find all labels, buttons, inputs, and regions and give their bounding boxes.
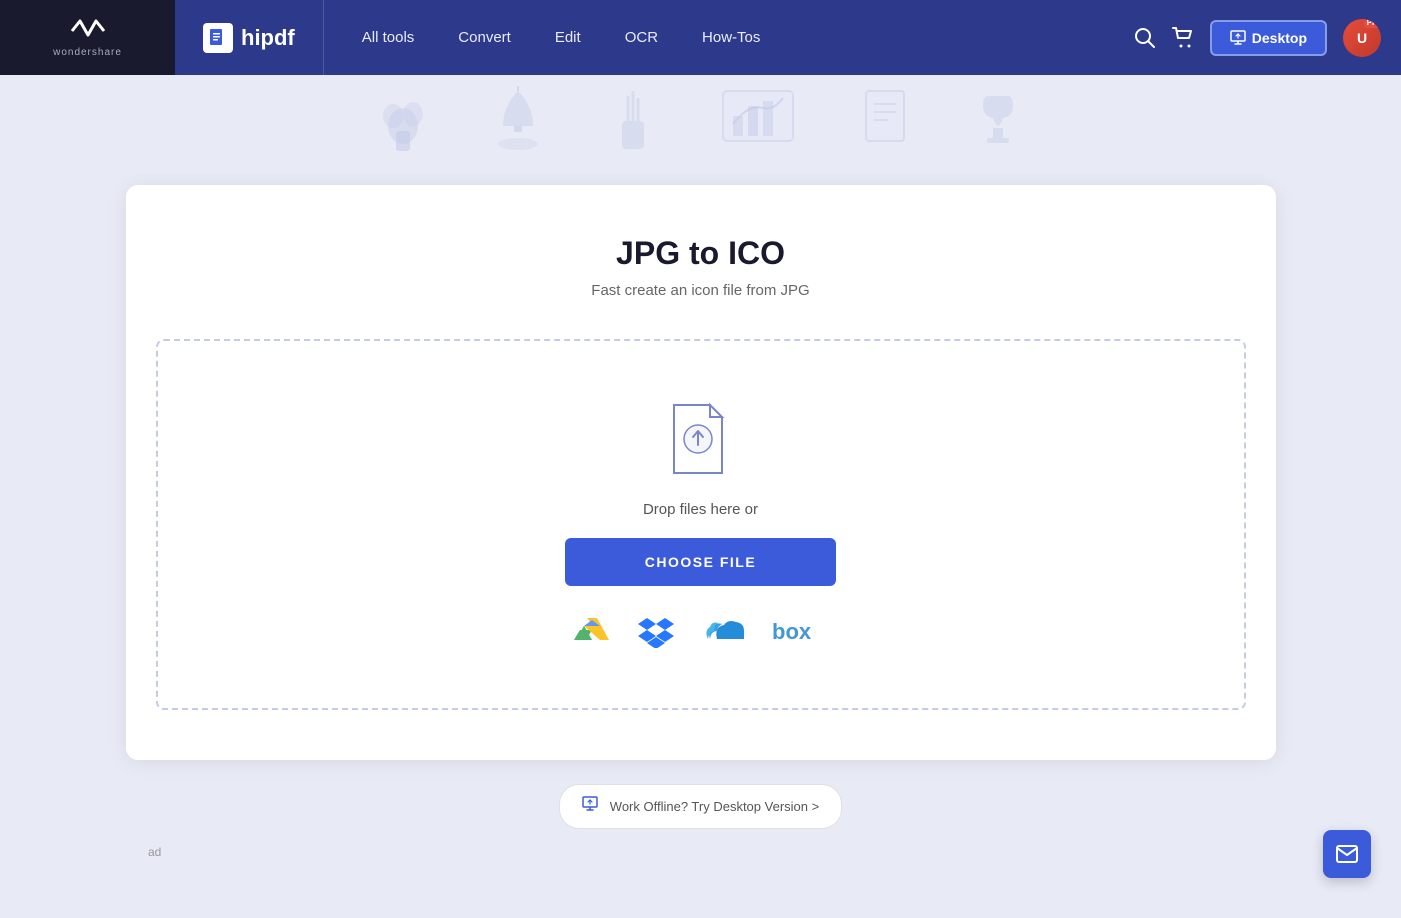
offline-banner[interactable]: Work Offline? Try Desktop Version > — [559, 784, 842, 829]
google-drive-button[interactable] — [574, 616, 610, 648]
deco-doc-icon — [858, 86, 913, 164]
nav-ocr[interactable]: OCR — [607, 21, 676, 54]
desktop-offline-icon — [582, 795, 600, 818]
pro-badge: Pro — [1364, 19, 1381, 28]
ad-label: ad — [148, 845, 161, 859]
page-subtitle: Fast create an icon file from JPG — [156, 282, 1246, 299]
offline-text: Work Offline? Try Desktop Version > — [610, 799, 819, 814]
deco-pencil-icon — [608, 86, 658, 164]
wondershare-icon — [68, 17, 108, 45]
drop-text: Drop files here or — [643, 501, 758, 518]
hipdf-icon — [203, 23, 233, 53]
nav-right: Desktop U Pro — [1134, 19, 1401, 57]
choose-file-button[interactable]: CHOOSE FILE — [565, 538, 836, 586]
cloud-icons: box — [574, 616, 827, 648]
brand-logo[interactable]: wondershare — [0, 0, 175, 75]
search-button[interactable] — [1134, 27, 1156, 49]
nav-convert[interactable]: Convert — [440, 21, 529, 54]
deco-chart-icon — [718, 86, 798, 164]
upload-icon — [666, 401, 736, 481]
deco-lamp-icon — [488, 86, 548, 164]
user-avatar[interactable]: U Pro — [1343, 19, 1381, 57]
nav-how-tos[interactable]: How-Tos — [684, 21, 778, 54]
bg-decoration — [0, 75, 1401, 175]
nav-edit[interactable]: Edit — [537, 21, 599, 54]
onedrive-button[interactable] — [702, 617, 744, 647]
wondershare-text: wondershare — [53, 47, 122, 58]
email-float-button[interactable] — [1323, 830, 1371, 878]
cart-button[interactable] — [1172, 27, 1194, 49]
desktop-btn-label: Desktop — [1252, 30, 1307, 46]
hipdf-logo[interactable]: hipdf — [175, 0, 324, 75]
content-card: JPG to ICO Fast create an icon file from… — [126, 185, 1276, 760]
nav-all-tools[interactable]: All tools — [344, 21, 433, 54]
nav-links: All tools Convert Edit OCR How-Tos — [324, 21, 1134, 54]
decoration-inner — [0, 75, 1401, 175]
desktop-button[interactable]: Desktop — [1210, 20, 1327, 56]
main-wrapper: JPG to ICO Fast create an icon file from… — [0, 175, 1401, 899]
deco-trophy-icon — [973, 86, 1023, 164]
hipdf-text: hipdf — [241, 25, 295, 51]
navbar: wondershare hipdf All tools Convert Edit… — [0, 0, 1401, 75]
svg-text:box: box — [772, 620, 812, 644]
box-button[interactable]: box — [772, 620, 827, 644]
page-title: JPG to ICO — [156, 235, 1246, 272]
deco-plant-icon — [378, 86, 428, 164]
dropzone[interactable]: Drop files here or CHOOSE FILE — [156, 339, 1246, 710]
dropbox-button[interactable] — [638, 616, 674, 648]
